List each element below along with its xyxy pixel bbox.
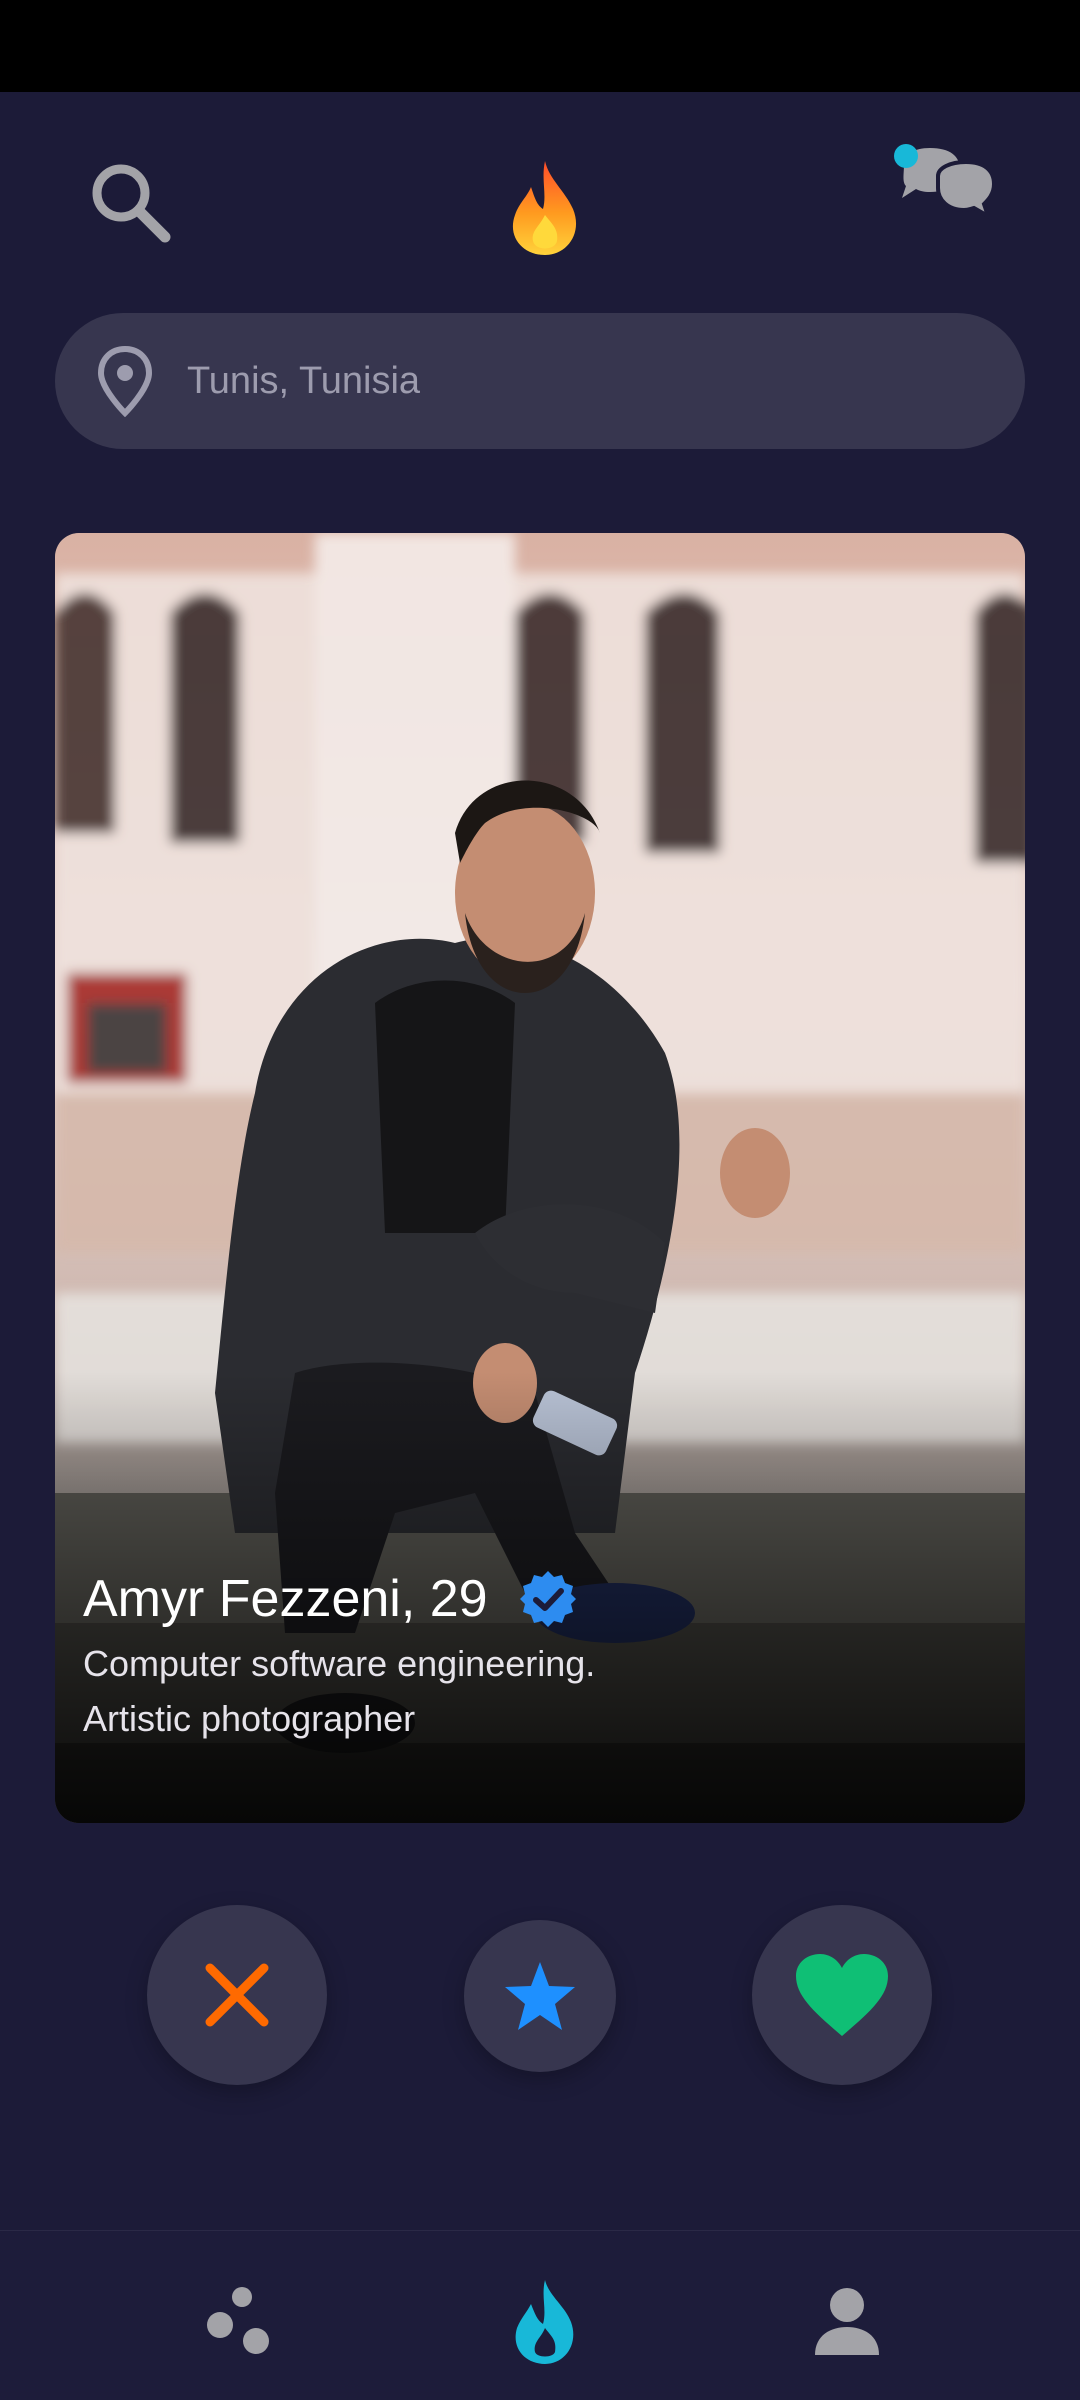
chat-bubbles-icon bbox=[894, 144, 997, 221]
dots-icon bbox=[207, 2287, 269, 2354]
profile-bio-line2: Artistic photographer bbox=[83, 1698, 416, 1739]
bottom-nav bbox=[0, 2230, 1080, 2400]
profile-info: Amyr Fezzeni, 29 Computer software engin… bbox=[83, 1568, 997, 1746]
location-pin-icon bbox=[97, 345, 153, 417]
location-field[interactable]: Tunis, Tunisia bbox=[55, 313, 1025, 449]
nav-home[interactable] bbox=[495, 2271, 595, 2371]
location-text: Tunis, Tunisia bbox=[187, 359, 421, 402]
star-icon bbox=[505, 1962, 575, 2030]
app-screen: Tunis, Tunisia Amyr Fezzeni, 29 Computer… bbox=[0, 92, 1080, 2400]
search-icon bbox=[92, 164, 171, 243]
nav-discover[interactable] bbox=[190, 2271, 290, 2371]
status-bar bbox=[0, 0, 1080, 92]
profile-name-age: Amyr Fezzeni, 29 bbox=[83, 1570, 488, 1628]
verified-badge-icon bbox=[519, 1571, 576, 1627]
close-x-icon bbox=[205, 1963, 269, 2027]
like-button[interactable] bbox=[752, 1905, 932, 2085]
flame-logo bbox=[512, 161, 577, 255]
app-logo bbox=[490, 142, 600, 272]
profile-bio-line1: Computer software engineering. bbox=[83, 1643, 596, 1684]
person-icon bbox=[815, 2288, 879, 2355]
nope-button[interactable] bbox=[147, 1905, 327, 2085]
super-like-button[interactable] bbox=[464, 1920, 616, 2072]
flame-icon bbox=[515, 2280, 574, 2364]
messages-button[interactable] bbox=[880, 132, 1010, 252]
heart-icon bbox=[796, 1954, 888, 2036]
search-button[interactable] bbox=[70, 142, 190, 262]
nav-profile[interactable] bbox=[797, 2271, 897, 2371]
name-row: Amyr Fezzeni, 29 bbox=[83, 1568, 997, 1630]
profile-card[interactable]: Amyr Fezzeni, 29 Computer software engin… bbox=[55, 533, 1025, 1823]
